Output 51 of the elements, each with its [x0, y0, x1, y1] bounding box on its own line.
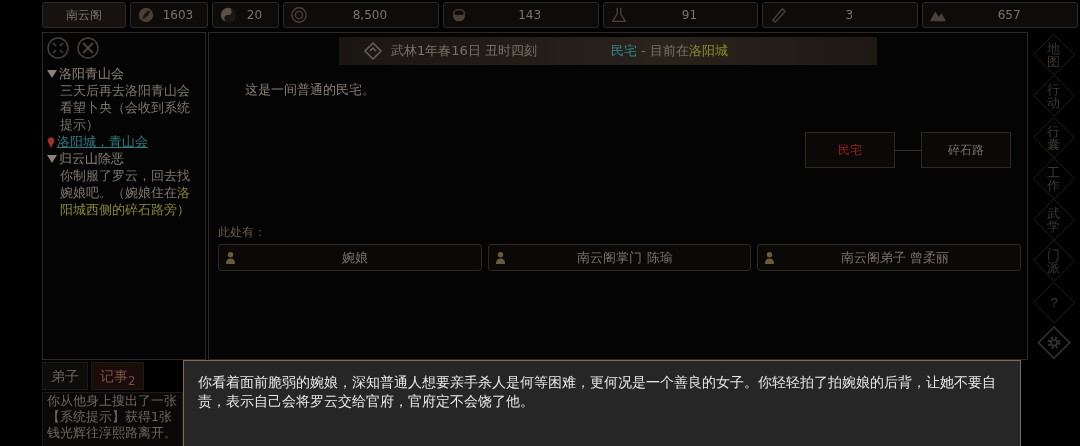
stat-value: 3 [844, 8, 855, 22]
dialog-text: 你看着面前脆弱的婉娘，深知普通人想要亲手杀人是何等困难，更何况是一个善良的女子。你轻轻拍了拍婉娘的后背，让她不要自责，表示自己会将罗云交给官府，官府定不会饶了他。 [198, 373, 997, 411]
settings-icon[interactable] [1036, 324, 1072, 361]
menu-button[interactable]: ? [1034, 282, 1074, 323]
person-icon [494, 251, 506, 264]
quest-description: 三天后再去洛阳青山会看望卜央（会收到系统提示） [60, 82, 191, 133]
pin-icon [47, 135, 55, 148]
game-date: 武林1年春16日 丑时四刻 [391, 42, 537, 60]
stat-value: 南云阁 [65, 6, 103, 24]
stat-value: 1603 [161, 8, 195, 22]
map-node[interactable]: 碎石路 [921, 132, 1011, 168]
present-label: 此处有： [218, 224, 267, 241]
caret-icon [47, 153, 57, 164]
quest-name: 洛阳青山会 [59, 65, 124, 82]
stat-value: 657 [996, 8, 1022, 22]
scroll-icon [769, 6, 788, 24]
tab[interactable]: 弟子 [42, 362, 88, 390]
leaf-icon [137, 6, 155, 24]
stat-value: 91 [680, 8, 699, 22]
npc-button[interactable]: 婉娘 [218, 244, 482, 271]
map-node[interactable]: 民宅 [805, 132, 895, 168]
quest-title[interactable]: 洛阳青山会 [47, 65, 199, 82]
flask-icon [609, 6, 628, 24]
npc-button[interactable]: 南云阁掌门 陈瑜 [487, 244, 752, 271]
location-title: 民宅 - 目前在洛阳城 [610, 42, 728, 60]
npc-button[interactable]: 南云阁弟子 曾柔丽 [757, 244, 1021, 271]
person-icon [764, 251, 776, 264]
menu-button[interactable]: 工作 [1034, 158, 1074, 199]
menu-button[interactable]: 武学 [1034, 199, 1074, 240]
quest-name: 归云山除恶 [59, 150, 124, 167]
quest-description: 你制服了罗云，回去找婉娘吧。（婉娘住在洛阳城西侧的碎石路旁） [60, 167, 191, 218]
location-link[interactable]: 洛阳城，青山会 [57, 133, 148, 150]
menu-button[interactable]: 行囊 [1034, 117, 1074, 158]
connector-line [895, 149, 921, 151]
stat-value: 20 [245, 8, 264, 22]
menu-button[interactable]: 地图 [1034, 34, 1074, 75]
log-line: 钱光辉往淳熙路离开。 [47, 425, 178, 441]
log-line: 【系统提示】获得1张 [47, 409, 173, 425]
stat-value: 143 [517, 8, 543, 22]
person-icon [225, 251, 236, 264]
menu-button[interactable]: 行动 [1034, 75, 1074, 116]
diamond-icon [363, 41, 383, 61]
yin-yang-icon [219, 6, 237, 24]
tab[interactable]: 记事$_{2}$ [91, 362, 145, 390]
stat-value: 8,500 [351, 8, 389, 22]
coin-icon [290, 6, 308, 24]
close-icon[interactable] [77, 37, 99, 59]
expand-icon[interactable] [47, 37, 69, 59]
room-description: 这是一间普通的民宅。 [245, 81, 376, 99]
caret-icon [47, 68, 57, 79]
quest-title[interactable]: 归云山除恶 [47, 150, 199, 167]
